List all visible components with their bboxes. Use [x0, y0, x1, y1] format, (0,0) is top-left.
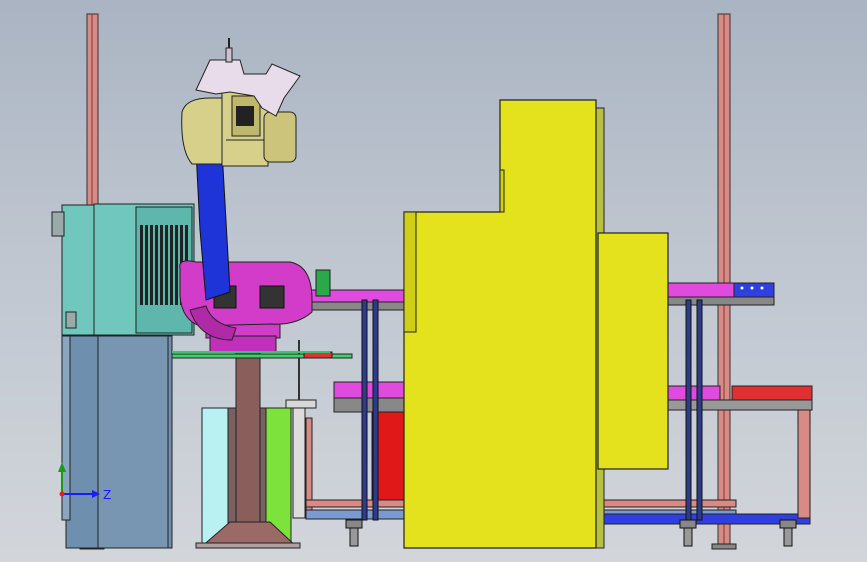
robot-base[interactable] [179, 260, 331, 353]
cabinet-pedestal [61, 335, 173, 549]
yellow-machine-enclosure[interactable] [403, 99, 669, 549]
z-axis-label: Z [103, 488, 111, 502]
control-cabinet[interactable] [51, 203, 195, 336]
cell-assembly-drawing: Z [51, 13, 813, 550]
right-column-post [711, 13, 737, 550]
robot-riser-stand [195, 335, 301, 549]
cad-viewport[interactable]: Z [0, 0, 867, 562]
